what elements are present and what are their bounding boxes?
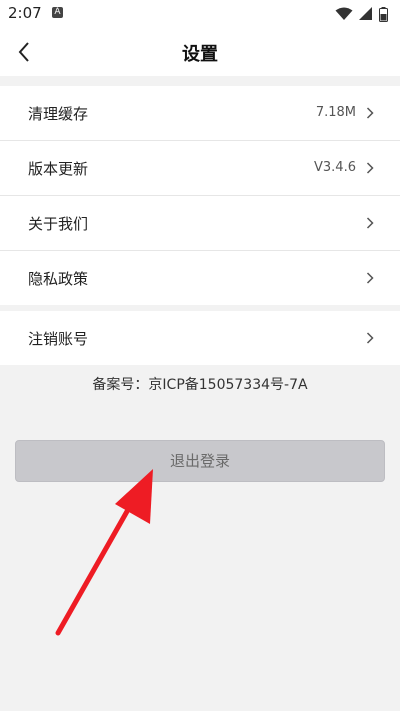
- about-us-row[interactable]: 关于我们: [0, 196, 400, 251]
- page-title: 设置: [182, 44, 218, 65]
- chevron-right-icon: [366, 217, 374, 229]
- chevron-right-icon: [366, 162, 374, 174]
- wifi-icon: [335, 7, 353, 20]
- row-label: 版本更新: [28, 160, 89, 178]
- chevron-right-icon: [366, 107, 374, 119]
- chevron-right-icon: [366, 332, 374, 344]
- settings-group-2: 注销账号: [0, 311, 400, 365]
- notification-icon: A: [52, 7, 63, 18]
- logout-button[interactable]: 退出登录: [15, 440, 385, 482]
- battery-icon: [379, 6, 388, 22]
- status-icons: [335, 6, 388, 22]
- status-bar: 2:07 A: [0, 0, 400, 28]
- row-label: 注销账号: [28, 330, 89, 348]
- nav-bar: 设置: [0, 28, 400, 76]
- clear-cache-row[interactable]: 清理缓存 7.18M: [0, 86, 400, 141]
- icp-record-number: 备案号：京ICP备15057334号-7A: [92, 377, 308, 393]
- status-time: 2:07: [8, 4, 42, 22]
- cancel-account-row[interactable]: 注销账号: [0, 311, 400, 365]
- privacy-policy-row[interactable]: 隐私政策: [0, 251, 400, 305]
- row-label: 隐私政策: [28, 270, 89, 288]
- row-label: 关于我们: [28, 215, 89, 233]
- chevron-right-icon: [366, 272, 374, 284]
- version-update-row[interactable]: 版本更新 V3.4.6: [0, 141, 400, 196]
- version-value: V3.4.6: [314, 160, 356, 175]
- settings-group-1: 清理缓存 7.18M 版本更新 V3.4.6 关于我们 隐私政策: [0, 86, 400, 305]
- signal-icon: [359, 7, 372, 20]
- cache-size-value: 7.18M: [315, 105, 356, 120]
- row-label: 清理缓存: [28, 105, 89, 123]
